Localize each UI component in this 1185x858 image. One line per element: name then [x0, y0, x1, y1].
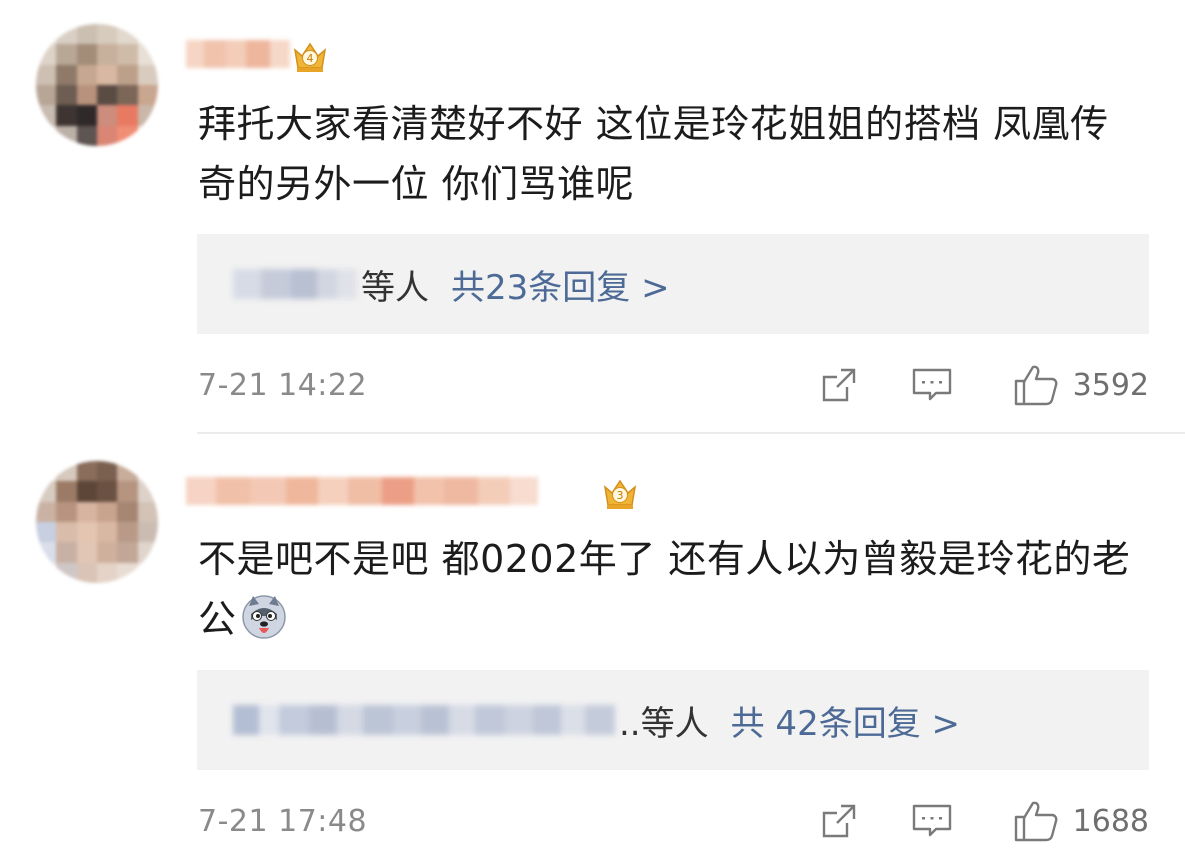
share-icon	[822, 368, 855, 402]
share-icon	[822, 804, 855, 838]
view-replies-link[interactable]: 共23条回复 >	[451, 260, 670, 309]
comment-text: 拜托大家看清楚好不好 这位是玲花姐姐的搭档 凤凰传奇的另外一位 你们骂谁呢	[198, 102, 1109, 206]
husky-emoji-icon	[241, 595, 286, 639]
svg-text:3: 3	[617, 489, 624, 502]
comment-item: 3 不是吧不是吧 都0202年了 还有人以为曾毅是玲花的老公 ..等人 共 42…	[0, 437, 1185, 858]
comment-icon	[912, 804, 951, 837]
timestamp: 7-21 17:48	[198, 803, 368, 839]
comment-footer: 7-21 14:22 3592	[198, 355, 1149, 415]
comment-item: 4 拜托大家看清楚好不好 这位是玲花姐姐的搭档 凤凰传奇的另外一位 你们骂谁呢 …	[0, 0, 1185, 432]
username[interactable]	[186, 36, 290, 72]
view-replies-link[interactable]: 共 42条回复 >	[731, 696, 960, 745]
comment-icon	[912, 368, 951, 401]
replier-names	[233, 705, 615, 735]
thumbs-up-icon	[1014, 365, 1058, 406]
divider	[197, 432, 1185, 434]
reply-suffix: ..等人	[619, 703, 709, 744]
svg-text:4: 4	[307, 52, 314, 65]
replier-names	[233, 269, 357, 299]
comment-footer: 7-21 17:48 1688	[198, 791, 1149, 851]
share-button[interactable]	[819, 801, 859, 841]
like-button[interactable]: 1688	[1013, 799, 1149, 843]
like-count: 3592	[1072, 367, 1149, 403]
comment-text: 不是吧不是吧 都0202年了 还有人以为曾毅是玲花的老公	[198, 529, 1145, 649]
reply-preview[interactable]: 等人 共23条回复 >	[197, 234, 1149, 334]
comment-text-content: 不是吧不是吧 都0202年了 还有人以为曾毅是玲花的老公	[198, 537, 1131, 641]
reply-suffix: 等人	[361, 267, 429, 308]
timestamp: 7-21 14:22	[198, 367, 368, 403]
username[interactable]	[186, 473, 538, 509]
comment-button[interactable]	[911, 801, 953, 841]
comment-button[interactable]	[911, 365, 953, 405]
vip-crown-badge-icon: 4	[293, 42, 327, 72]
reply-preview[interactable]: ..等人 共 42条回复 >	[197, 670, 1149, 770]
share-button[interactable]	[819, 365, 859, 405]
avatar[interactable]	[36, 461, 158, 583]
like-count: 1688	[1072, 803, 1149, 839]
thumbs-up-icon	[1014, 801, 1058, 842]
vip-crown-badge-icon: 3	[603, 479, 637, 509]
avatar[interactable]	[36, 24, 158, 146]
like-button[interactable]: 3592	[1013, 363, 1149, 407]
